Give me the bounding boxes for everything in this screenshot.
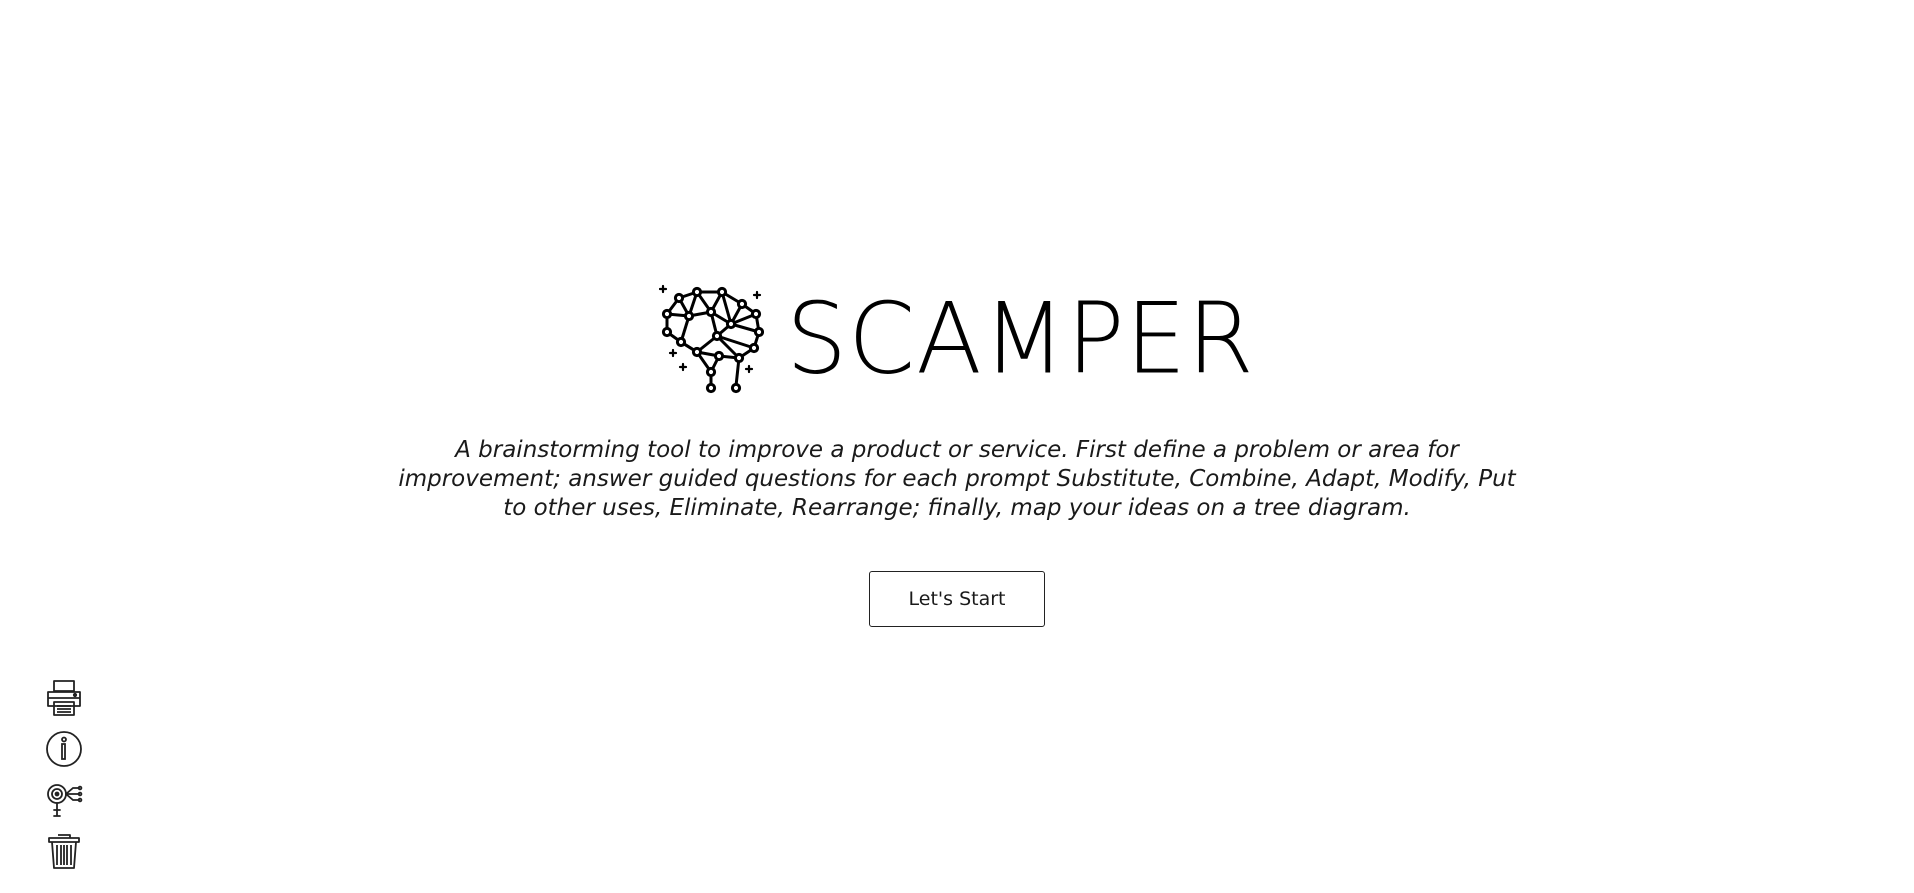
brand: SCAMPER: [659, 284, 1255, 394]
info-icon: [46, 731, 82, 767]
lets-start-button[interactable]: Let's Start: [869, 571, 1045, 627]
info-button[interactable]: [44, 729, 84, 769]
side-toolbar: [44, 678, 84, 882]
start-page: SCAMPER A brainstorming tool to improve …: [0, 0, 1914, 893]
app-title: SCAMPER: [786, 281, 1255, 397]
idea-search-button[interactable]: [44, 780, 84, 820]
trash-icon: [48, 834, 80, 869]
brain-network-icon: [659, 284, 765, 394]
print-button[interactable]: [44, 678, 84, 718]
intro-description: A brainstorming tool to improve a produc…: [398, 437, 1516, 521]
printer-icon: [47, 680, 81, 716]
idea-search-icon: [47, 784, 83, 817]
delete-button[interactable]: [44, 831, 84, 871]
hero-section: SCAMPER A brainstorming tool to improve …: [0, 284, 1914, 627]
